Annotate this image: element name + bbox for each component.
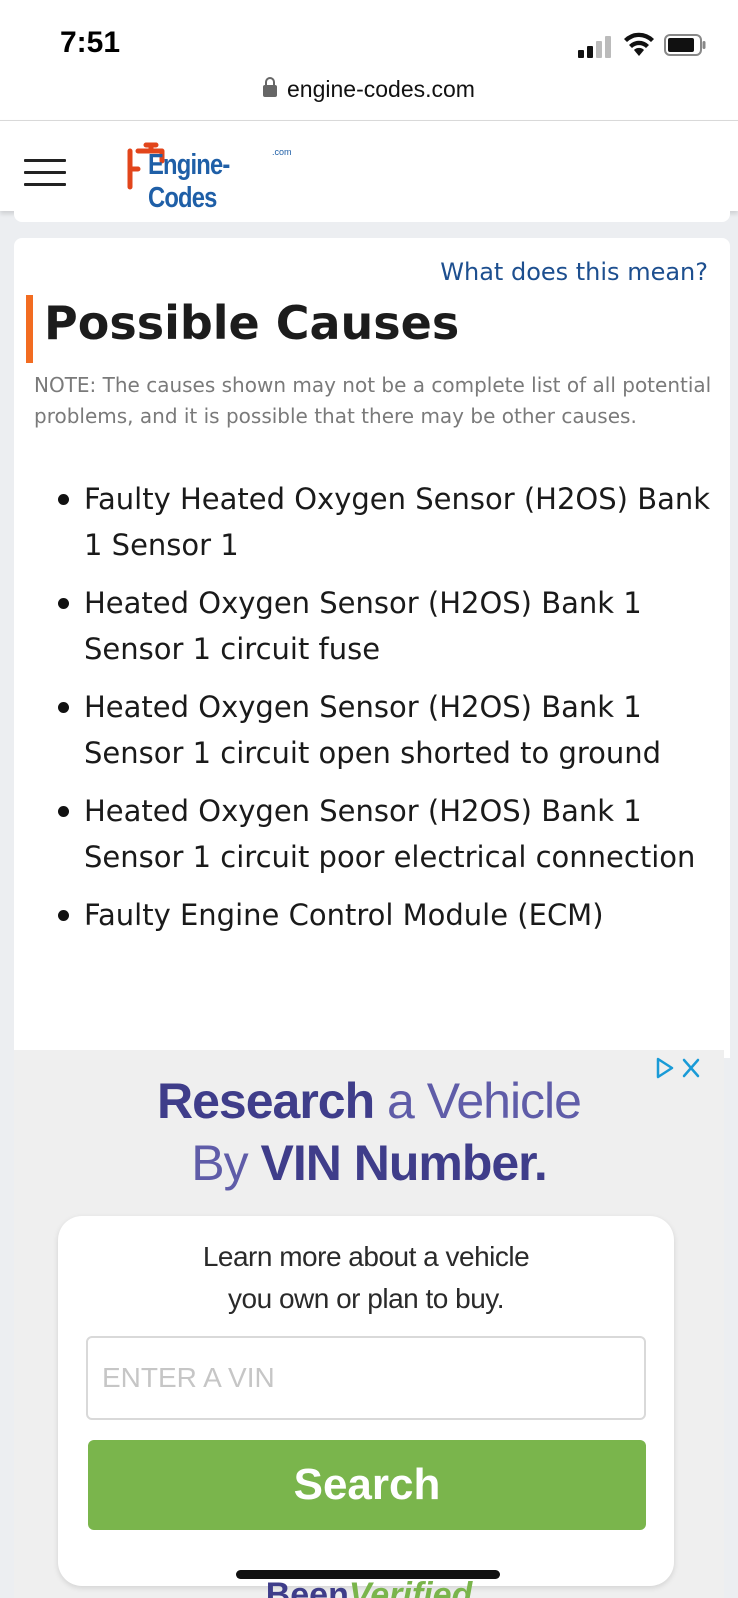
causes-list: Faulty Heated Oxygen Sensor (H2OS) Bank … (54, 476, 714, 950)
logo-suffix: .com (272, 147, 292, 157)
wifi-icon (624, 32, 654, 56)
ad-brand: BeenVerified (14, 1576, 724, 1598)
lock-icon (263, 77, 278, 97)
logo-text: Engine-Codes (148, 149, 230, 214)
ad-brand-part-2: Verified (348, 1576, 473, 1598)
ad-subtext: Learn more about a vehicle you own or pl… (58, 1236, 674, 1320)
cause-item: Heated Oxygen Sensor (H2OS) Bank 1 Senso… (54, 788, 714, 880)
ad-headline-bold-2: VIN Number. (260, 1135, 547, 1191)
site-header: Engine-Codes .com (0, 120, 738, 214)
status-time: 7:51 (60, 26, 121, 59)
cause-item: Heated Oxygen Sensor (H2OS) Bank 1 Senso… (54, 684, 714, 776)
ad-subtext-line-2: you own or plan to buy. (228, 1283, 504, 1314)
title-accent-bar (26, 295, 33, 363)
ad-headline: Research a Vehicle By VIN Number. (14, 1070, 724, 1194)
hamburger-menu-icon[interactable] (24, 159, 68, 189)
causes-note: NOTE: The causes shown may not be a comp… (34, 373, 712, 428)
ad-subtext-line-1: Learn more about a vehicle (202, 1241, 530, 1272)
home-indicator[interactable] (236, 1570, 500, 1579)
possible-causes-card: What does this mean? Possible Causes NOT… (14, 238, 730, 1058)
section-title: Possible Causes (44, 296, 460, 350)
ad-headline-light-2: By (191, 1135, 261, 1191)
previous-card-edge (14, 210, 730, 222)
what-does-this-mean-link[interactable]: What does this mean? (440, 258, 708, 286)
vin-input[interactable] (86, 1336, 646, 1420)
cause-item: Faulty Engine Control Module (ECM) (54, 892, 714, 938)
ad-brand-part-1: Been (265, 1576, 349, 1598)
battery-icon (664, 34, 706, 56)
vin-search-button[interactable]: Search (88, 1440, 646, 1530)
cause-item: Faulty Heated Oxygen Sensor (H2OS) Bank … (54, 476, 714, 568)
ad-form-box: Learn more about a vehicle you own or pl… (58, 1216, 674, 1586)
ad-headline-bold-1: Research (157, 1073, 375, 1129)
ad-headline-light-1: a Vehicle (374, 1073, 582, 1129)
cellular-signal-icon (578, 34, 614, 58)
site-logo[interactable]: Engine-Codes .com (126, 135, 316, 214)
cause-item: Heated Oxygen Sensor (H2OS) Bank 1 Senso… (54, 580, 714, 672)
url-display[interactable]: engine-codes.com (0, 76, 738, 103)
vin-ad-banner[interactable]: Research a Vehicle By VIN Number. Learn … (14, 1050, 724, 1598)
url-text: engine-codes.com (287, 76, 475, 102)
